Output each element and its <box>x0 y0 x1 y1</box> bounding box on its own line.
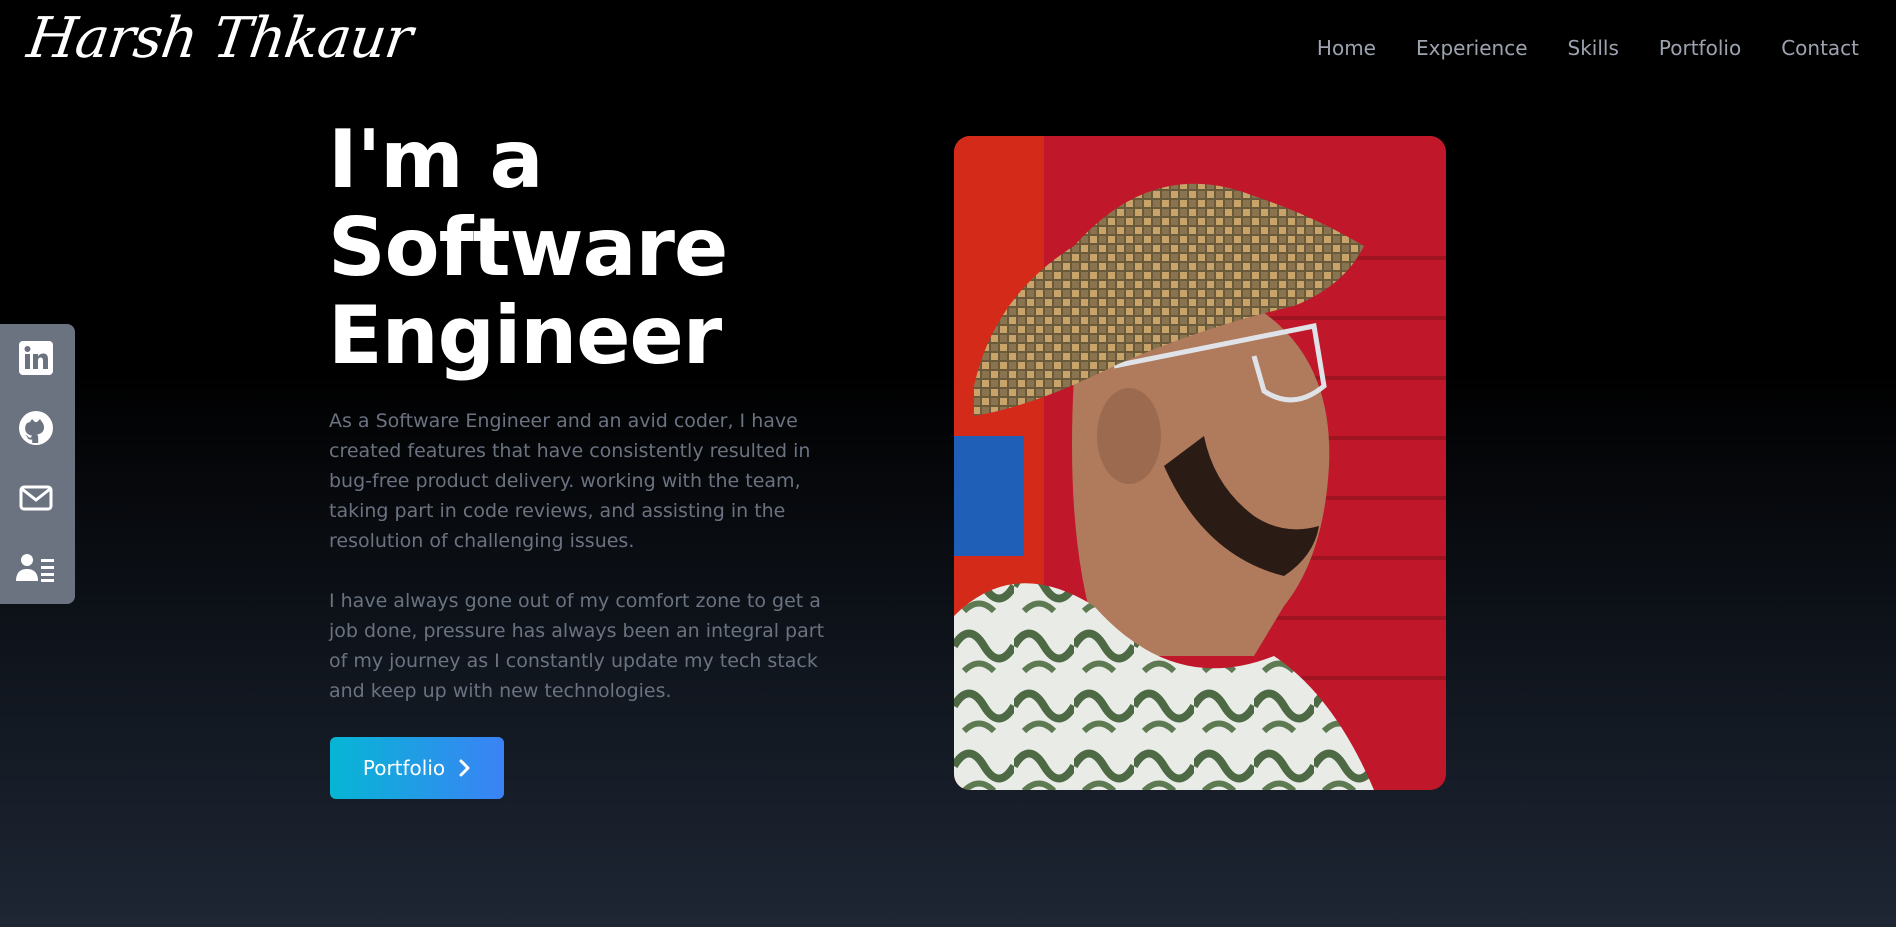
hero-title-line: I'm a <box>328 113 543 206</box>
hero-title: I'm a Software Engineer <box>328 116 848 380</box>
resume-link[interactable] <box>16 548 56 588</box>
resume-icon <box>16 554 54 582</box>
site-header: Harsh Thkaur Home Experience Skills Port… <box>0 0 1896 96</box>
intro-paragraph: As a Software Engineer and an avid coder… <box>329 410 811 552</box>
portfolio-button[interactable]: Portfolio <box>330 737 504 799</box>
email-link[interactable] <box>16 478 56 518</box>
mail-icon <box>19 485 53 511</box>
nav-home[interactable]: Home <box>1317 36 1376 60</box>
nav-skills[interactable]: Skills <box>1568 36 1619 60</box>
nav-contact[interactable]: Contact <box>1781 36 1859 60</box>
hero-title-line: Software <box>328 201 728 294</box>
logo[interactable]: Harsh Thkaur <box>23 6 415 71</box>
linkedin-link[interactable] <box>16 338 56 378</box>
github-link[interactable] <box>16 408 56 448</box>
profile-photo <box>954 136 1446 790</box>
secondary-paragraph: I have always gone out of my comfort zon… <box>329 590 825 702</box>
nav-experience[interactable]: Experience <box>1416 36 1528 60</box>
main-nav: Home Experience Skills Portfolio Contact <box>1317 36 1859 60</box>
portfolio-button-label: Portfolio <box>362 756 446 780</box>
nav-portfolio[interactable]: Portfolio <box>1659 36 1741 60</box>
social-sidebar <box>0 324 75 604</box>
hero-title-line: Engineer <box>328 289 722 382</box>
linkedin-icon <box>19 341 53 375</box>
github-icon <box>19 411 53 445</box>
chevron-right-icon <box>459 759 470 777</box>
